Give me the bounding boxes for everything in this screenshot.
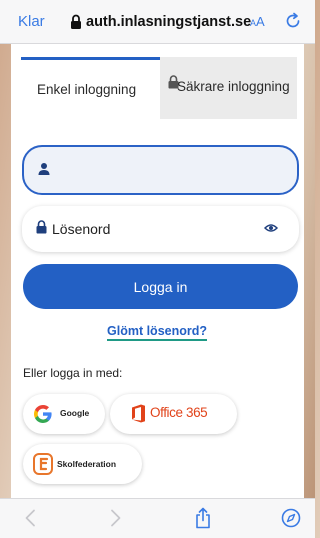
username-field[interactable] bbox=[22, 145, 299, 195]
office365-login-button[interactable]: Office 365 bbox=[110, 394, 237, 434]
google-login-button[interactable]: Google bbox=[23, 394, 105, 434]
forward-icon[interactable] bbox=[110, 509, 122, 527]
lock-icon bbox=[71, 14, 81, 29]
user-icon bbox=[38, 163, 50, 175]
text-size-button[interactable]: AA bbox=[250, 14, 265, 31]
tab-secure-login-label: Säkrare inloggning bbox=[177, 79, 290, 94]
reload-icon[interactable] bbox=[284, 12, 302, 30]
tab-simple-login-label: Enkel inloggning bbox=[37, 82, 137, 97]
share-icon[interactable] bbox=[194, 507, 212, 529]
compass-icon[interactable] bbox=[281, 508, 301, 528]
username-input[interactable] bbox=[58, 155, 288, 185]
skolfederation-icon bbox=[33, 453, 53, 475]
browser-address-bar: Klar auth.inlasningstjanst.se AA bbox=[0, 0, 315, 44]
url-text: auth.inlasningstjanst.se bbox=[86, 14, 252, 30]
login-button[interactable]: Logga in bbox=[23, 264, 298, 309]
tab-secure-login[interactable]: Säkrare inloggning bbox=[160, 57, 297, 119]
login-tabs: Enkel inloggning Säkrare inloggning bbox=[21, 57, 297, 119]
lock-icon bbox=[36, 220, 47, 234]
url-field[interactable]: auth.inlasningstjanst.se bbox=[70, 12, 251, 32]
skolfederation-label: Skolfederation bbox=[57, 459, 117, 469]
browser-toolbar bbox=[0, 498, 315, 538]
office-icon bbox=[132, 404, 145, 423]
google-label: Google bbox=[60, 408, 90, 418]
login-card: Enkel inloggning Säkrare inloggning Logg… bbox=[11, 44, 304, 498]
done-button[interactable]: Klar bbox=[18, 13, 45, 31]
eye-icon[interactable] bbox=[264, 223, 278, 233]
google-icon bbox=[34, 405, 52, 423]
back-icon[interactable] bbox=[24, 509, 36, 527]
password-input[interactable] bbox=[52, 214, 252, 244]
office-label: Office 365 bbox=[150, 405, 208, 420]
forgot-password-link[interactable]: Glömt lösenord? bbox=[107, 324, 207, 341]
other-login-heading: Eller logga in med: bbox=[23, 366, 123, 380]
password-field[interactable] bbox=[22, 206, 299, 252]
skolfederation-login-button[interactable]: Skolfederation bbox=[23, 444, 142, 484]
tab-simple-login[interactable]: Enkel inloggning bbox=[21, 57, 160, 119]
